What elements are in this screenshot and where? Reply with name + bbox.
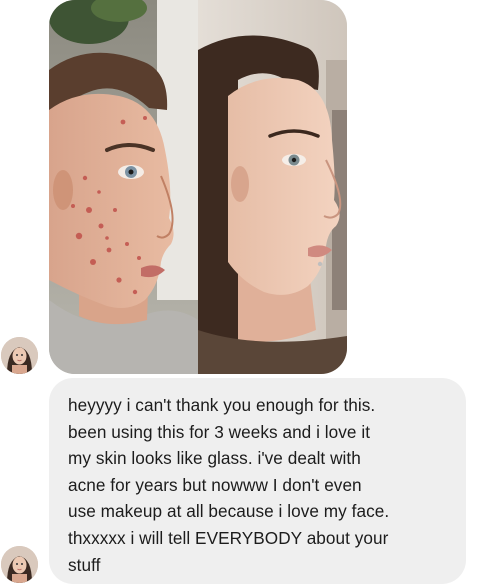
before-after-photo[interactable] — [49, 0, 347, 374]
user-avatar-icon — [1, 546, 38, 583]
user-avatar-icon — [1, 337, 38, 374]
before-photo — [49, 0, 198, 374]
message-line: my skin looks like glass. i've dealt wit… — [68, 448, 361, 469]
message-line: heyyyy i can't thank you enough for this… — [68, 395, 376, 415]
message-bubble[interactable]: heyyyy i can't thank you enough for this… — [49, 378, 466, 584]
sender-avatar[interactable] — [1, 337, 38, 374]
message-line: acne for years but nowww I don't even — [68, 474, 362, 495]
message-line: been using this for 3 weeks and i love i… — [68, 421, 371, 442]
message-line: use makeup at all because i love my face… — [68, 501, 390, 522]
after-face-illustration — [198, 0, 347, 374]
before-face-illustration — [49, 0, 198, 374]
message-line: stuff — [68, 554, 101, 575]
message-line: thxxxxx i will tell EVERYBODY about your — [68, 527, 389, 548]
sender-avatar[interactable] — [1, 546, 38, 583]
after-photo — [198, 0, 347, 374]
